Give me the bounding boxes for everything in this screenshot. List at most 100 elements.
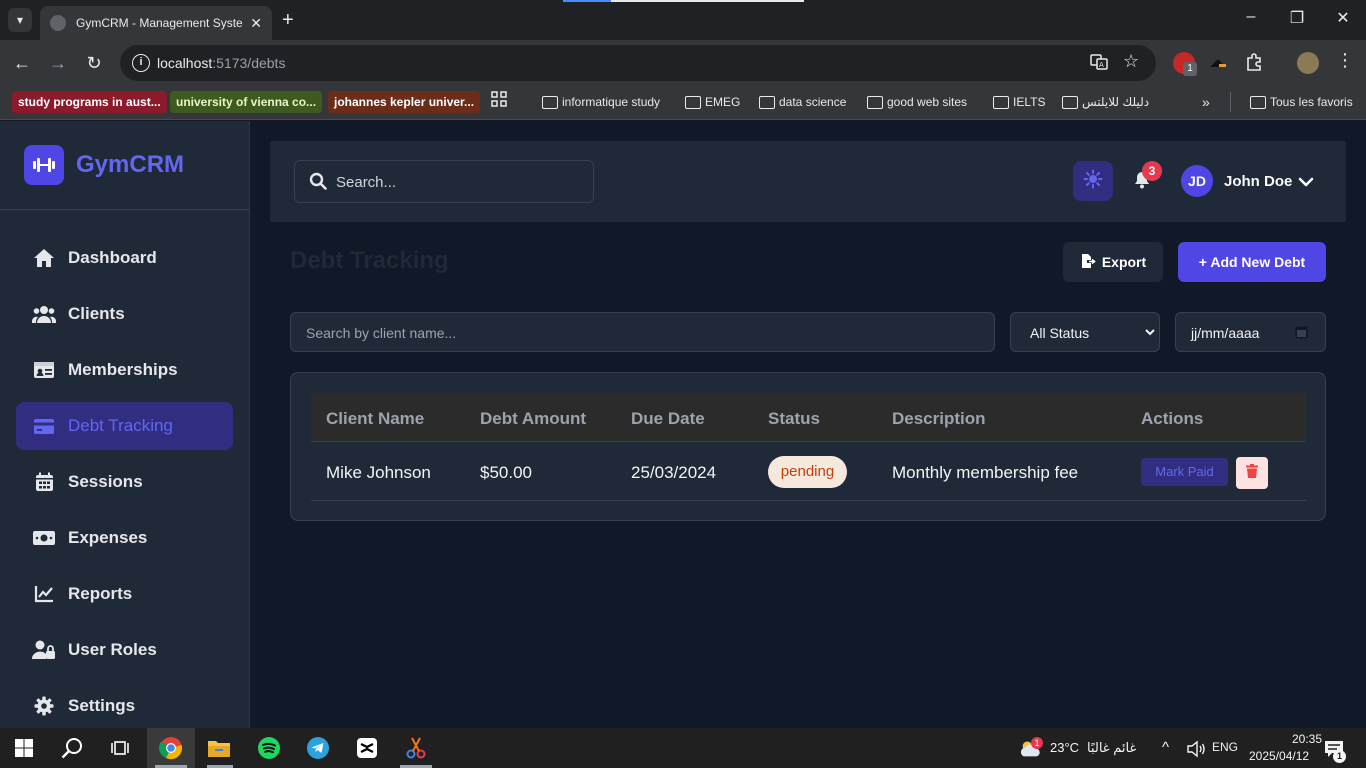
cell-debt-amount: $50.00 bbox=[480, 463, 532, 482]
translate-icon[interactable]: A bbox=[1090, 53, 1108, 76]
profile-avatar[interactable] bbox=[1297, 52, 1319, 74]
bookmark-folder[interactable]: دليلك للايلتس bbox=[1060, 91, 1149, 113]
credit-card-icon bbox=[32, 414, 56, 438]
language-indicator[interactable]: ENG bbox=[1212, 740, 1238, 754]
reload-button[interactable]: ↻ bbox=[83, 52, 105, 74]
mark-paid-button[interactable]: Mark Paid bbox=[1141, 458, 1228, 486]
calendar-picker-icon[interactable] bbox=[1295, 325, 1308, 344]
back-button[interactable]: ← bbox=[11, 52, 33, 74]
extensions-puzzle-icon[interactable] bbox=[1244, 52, 1266, 74]
calendar-icon bbox=[32, 470, 56, 494]
avatar[interactable]: JD bbox=[1181, 165, 1213, 197]
notification-badge: 3 bbox=[1142, 161, 1162, 181]
weather-condition-text: غائم غالبًا bbox=[1087, 740, 1137, 755]
bookmark-chip[interactable]: johannes kepler univer... bbox=[328, 91, 481, 113]
extension-icon[interactable]: 1 bbox=[1173, 52, 1197, 76]
sidebar-item-label: Clients bbox=[68, 304, 125, 323]
browser-menu-icon[interactable]: ⋮ bbox=[1336, 50, 1354, 71]
window-close-button[interactable]: ✕ bbox=[1331, 8, 1355, 28]
sun-icon bbox=[1083, 169, 1103, 194]
user-name[interactable]: John Doe bbox=[1224, 173, 1292, 190]
clock-time[interactable]: 20:35 bbox=[1292, 732, 1322, 746]
capcut-icon[interactable] bbox=[355, 736, 379, 760]
sidebar-item-user-roles[interactable]: User Roles bbox=[16, 626, 233, 674]
column-header: Status bbox=[768, 409, 820, 428]
bookmark-chip[interactable]: study programs in aust... bbox=[12, 91, 167, 113]
task-view-icon[interactable] bbox=[108, 736, 132, 760]
restore-button[interactable]: ❐ bbox=[1285, 8, 1309, 28]
users-icon bbox=[32, 302, 56, 326]
telegram-icon[interactable] bbox=[306, 736, 330, 760]
new-tab-button[interactable]: + bbox=[282, 8, 294, 32]
windows-start-icon[interactable] bbox=[12, 736, 36, 760]
user-lock-icon bbox=[32, 638, 56, 662]
bookmark-folder[interactable]: data science bbox=[757, 91, 846, 113]
tab-search-button[interactable]: ▾ bbox=[8, 8, 32, 32]
bookmarks-overflow-button[interactable]: » bbox=[1202, 91, 1210, 113]
forward-button[interactable]: → bbox=[47, 52, 69, 74]
global-search-input[interactable]: Search... bbox=[294, 160, 594, 203]
client-search-input[interactable]: Search by client name... bbox=[290, 312, 995, 352]
app-root: GymCRM Dashboard Clients Memberships Deb… bbox=[0, 121, 1366, 728]
date-filter-value: jj/mm/aaaa bbox=[1191, 325, 1260, 341]
bookmark-folder[interactable]: IELTS bbox=[991, 91, 1045, 113]
address-url[interactable]: localhost:5173/debts bbox=[157, 55, 285, 71]
sidebar-item-clients[interactable]: Clients bbox=[16, 290, 233, 338]
brand-name: GymCRM bbox=[76, 151, 185, 178]
export-label: Export bbox=[1101, 254, 1147, 270]
all-bookmarks-folder[interactable]: Tous les favoris bbox=[1248, 91, 1353, 113]
cell-client-name: Mike Johnson bbox=[326, 463, 431, 482]
search-placeholder: Search... bbox=[336, 174, 397, 191]
export-button[interactable]: Export bbox=[1063, 242, 1163, 282]
add-debt-label: + Add New Debt bbox=[1198, 254, 1306, 270]
due-date-filter-input[interactable]: jj/mm/aaaa bbox=[1175, 312, 1326, 352]
file-explorer-icon[interactable] bbox=[207, 736, 231, 760]
taskbar: 1 23°C غائم غالبًا ^ ENG 20:35 2025/04/1… bbox=[0, 728, 1366, 768]
sidebar-item-sessions[interactable]: Sessions bbox=[16, 458, 233, 506]
add-new-debt-button[interactable]: + Add New Debt bbox=[1178, 242, 1326, 282]
status-filter-select[interactable]: All Status bbox=[1010, 312, 1160, 352]
bookmark-folder[interactable]: good web sites bbox=[865, 91, 967, 113]
bookmark-folder[interactable]: informatique study bbox=[540, 91, 660, 113]
browser-tab-active[interactable]: GymCRM - Management System ✕ bbox=[40, 6, 272, 40]
action-center-badge: 1 bbox=[1333, 750, 1346, 763]
trash-icon bbox=[1246, 463, 1258, 483]
search-icon bbox=[309, 172, 327, 195]
tab-close-icon[interactable]: ✕ bbox=[250, 15, 262, 32]
sidebar-item-label: Sessions bbox=[68, 472, 143, 491]
bookmark-chip[interactable]: university of vienna co... bbox=[170, 91, 323, 113]
sidebar-item-memberships[interactable]: Memberships bbox=[16, 346, 233, 394]
tray-overflow-chevron-icon[interactable]: ^ bbox=[1162, 739, 1169, 756]
sidebar-item-debt-tracking[interactable]: Debt Tracking bbox=[16, 402, 233, 450]
chevron-down-icon[interactable] bbox=[1298, 175, 1314, 193]
sidebar-item-dashboard[interactable]: Dashboard bbox=[16, 234, 233, 282]
column-header: Due Date bbox=[631, 409, 705, 428]
chrome-icon[interactable] bbox=[159, 736, 183, 760]
theme-toggle-button[interactable] bbox=[1073, 161, 1113, 201]
sidebar-item-expenses[interactable]: Expenses bbox=[16, 514, 233, 562]
delete-button[interactable] bbox=[1236, 457, 1268, 489]
gear-icon bbox=[32, 694, 56, 718]
table-header: Client Name Debt Amount Due Date Status … bbox=[311, 393, 1306, 442]
address-bar[interactable]: i localhost:5173/debts A ☆ bbox=[120, 45, 1156, 81]
temperature-text: 23°C bbox=[1050, 740, 1080, 755]
extension-dark-icon[interactable] bbox=[1207, 52, 1229, 74]
debts-table: Client Name Debt Amount Due Date Status … bbox=[290, 372, 1326, 521]
bookmark-star-icon[interactable]: ☆ bbox=[1123, 51, 1139, 72]
tab-title: GymCRM - Management System bbox=[76, 16, 243, 30]
bookmarks-bar: study programs in aust... university of … bbox=[0, 86, 1366, 120]
clock-date[interactable]: 2025/04/12 bbox=[1249, 749, 1309, 763]
page-title: Debt Tracking bbox=[290, 247, 449, 274]
bookmarks-divider bbox=[1230, 92, 1231, 112]
speaker-icon[interactable] bbox=[1184, 737, 1208, 761]
bookmark-folder[interactable]: EMEG bbox=[683, 91, 740, 113]
column-header: Debt Amount bbox=[480, 409, 587, 428]
sidebar-item-reports[interactable]: Reports bbox=[16, 570, 233, 618]
site-info-icon[interactable]: i bbox=[132, 54, 150, 72]
snipping-tool-icon[interactable] bbox=[404, 736, 428, 760]
sidebar-item-settings[interactable]: Settings bbox=[16, 682, 233, 730]
search-icon[interactable] bbox=[60, 736, 84, 760]
spotify-icon[interactable] bbox=[257, 736, 281, 760]
minimize-button[interactable]: – bbox=[1239, 8, 1263, 26]
apps-grid-icon[interactable] bbox=[491, 91, 507, 112]
